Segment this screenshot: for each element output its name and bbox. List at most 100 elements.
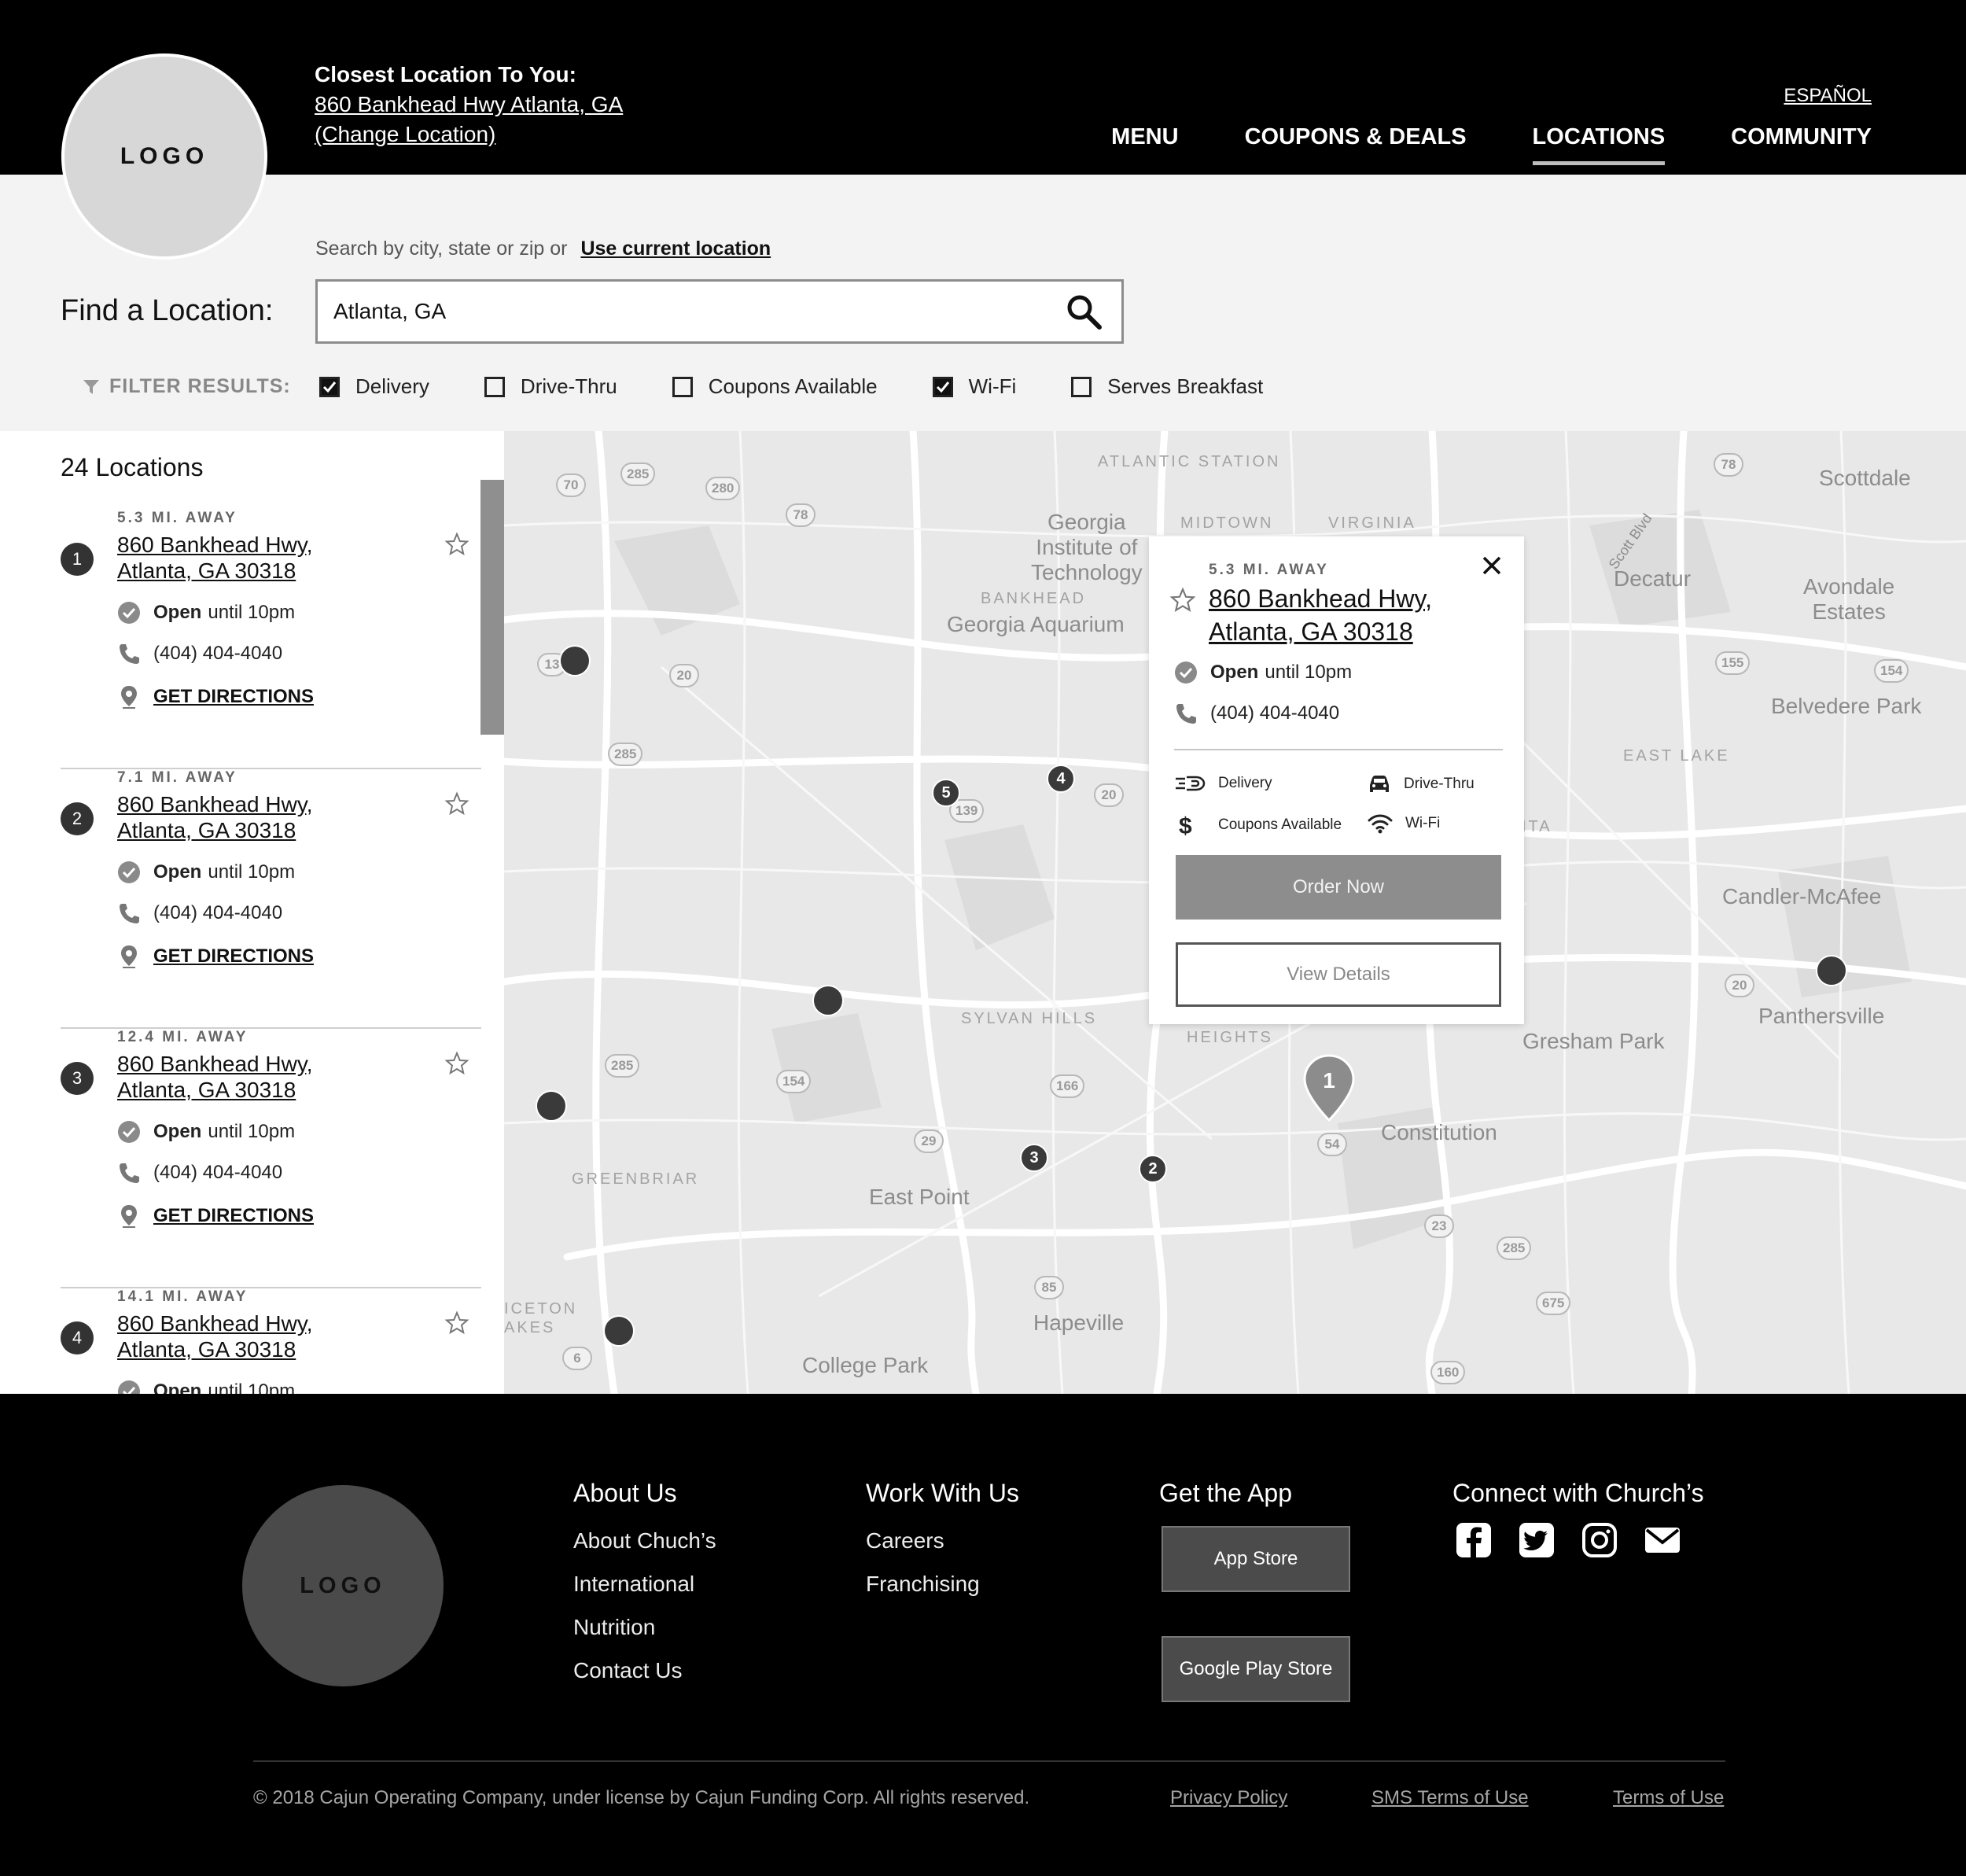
delivery-checkbox[interactable] [319, 376, 340, 397]
app-store-button[interactable]: App Store [1162, 1526, 1350, 1592]
popup-divider [1174, 749, 1503, 750]
list-scrollbar-thumb[interactable] [480, 480, 504, 735]
map-marker-4[interactable]: 4 [1047, 765, 1075, 793]
map-label-line: Estates [1812, 599, 1886, 624]
footer-link-careers[interactable]: Careers [866, 1528, 1019, 1554]
close-icon[interactable] [1480, 554, 1504, 577]
phone-number: (404) 404-4040 [153, 1162, 283, 1183]
map-location-dot[interactable] [812, 985, 844, 1016]
get-directions-text: GET DIRECTIONS [153, 686, 315, 707]
map-location-dot[interactable] [559, 645, 591, 676]
popup-address-link[interactable]: 860 Bankhead Hwy, Atlanta, GA 30318 [1209, 582, 1432, 648]
phone-row[interactable]: (404) 404-4040 [117, 1161, 282, 1185]
map-label: Hapeville [1033, 1310, 1125, 1335]
order-now-button[interactable]: Order Now [1176, 855, 1501, 920]
map-marker-3[interactable]: 3 [1020, 1144, 1048, 1172]
google-play-button[interactable]: Google Play Store [1162, 1636, 1350, 1702]
filter-drive-thru[interactable]: Drive-Thru [484, 374, 617, 399]
wifi-icon [1368, 814, 1393, 834]
selected-location-pin[interactable]: 1 [1301, 1052, 1357, 1123]
nav-item-locations[interactable]: LOCATIONS [1532, 124, 1666, 165]
favorite-star-icon[interactable] [444, 1310, 469, 1336]
sms-terms-link[interactable]: SMS Terms of Use [1371, 1787, 1529, 1809]
favorite-star-icon[interactable] [444, 532, 469, 557]
wifi-checkbox[interactable] [932, 376, 953, 397]
use-current-location-link[interactable]: Use current location [580, 238, 771, 260]
map-marker-2[interactable]: 2 [1139, 1155, 1167, 1183]
breakfast-checkbox[interactable] [1071, 376, 1092, 397]
drive-thru-checkbox[interactable] [484, 376, 505, 397]
footer-link-about[interactable]: About Chuch’s [573, 1528, 716, 1554]
highway-shield: 29 [914, 1130, 944, 1153]
location-address-link[interactable]: 860 Bankhead Hwy, Atlanta, GA 30318 [117, 532, 313, 584]
popup-distance: 5.3 MI. AWAY [1209, 562, 1329, 578]
filter-coupons[interactable]: Coupons Available [672, 374, 878, 399]
get-directions-link[interactable]: GET DIRECTIONS [117, 684, 314, 709]
address-line-2: Atlanta, GA 30318 [117, 818, 296, 842]
change-location-link[interactable]: (Change Location) [315, 120, 623, 149]
location-count: 24 Locations [61, 453, 204, 481]
site-logo[interactable]: LOGO [61, 53, 267, 260]
phone-row[interactable]: (404) 404-4040 [117, 642, 282, 665]
nav-item-coupons[interactable]: COUPONS & DEALS [1245, 124, 1467, 165]
map-view[interactable]: ATLANTIC STATION Georgia Institute of Te… [504, 431, 1966, 1394]
footer-link-nutrition[interactable]: Nutrition [573, 1615, 716, 1640]
twitter-icon[interactable] [1518, 1521, 1555, 1559]
highway-shield: 154 [1874, 659, 1909, 683]
location-card[interactable]: 3 12.4 MI. AWAY 860 Bankhead Hwy, Atlanta… [61, 1029, 481, 1288]
search-input[interactable] [333, 282, 1041, 341]
favorite-star-icon[interactable] [1169, 587, 1196, 614]
popup-phone[interactable]: (404) 404-4040 [1174, 702, 1339, 725]
location-card[interactable]: 1 5.3 MI. AWAY 860 Bankhead Hwy, Atlanta,… [61, 510, 481, 769]
privacy-policy-link[interactable]: Privacy Policy [1170, 1787, 1287, 1809]
highway-shield: 166 [1050, 1074, 1085, 1098]
svg-text:$: $ [1179, 813, 1192, 837]
nav-item-menu[interactable]: MENU [1111, 124, 1178, 165]
instagram-icon[interactable] [1581, 1521, 1618, 1559]
amenity-delivery: Delivery [1174, 774, 1272, 793]
language-toggle-link[interactable]: ESPAÑOL [1784, 85, 1872, 107]
map-marker-5[interactable]: 5 [932, 779, 960, 807]
location-distance: 14.1 MI. AWAY [117, 1288, 249, 1305]
view-details-button[interactable]: View Details [1176, 942, 1501, 1007]
filter-coupons-label: Coupons Available [708, 374, 878, 398]
footer-logo[interactable]: LOGO [242, 1485, 444, 1686]
favorite-star-icon[interactable] [444, 1051, 469, 1076]
coupons-checkbox[interactable] [672, 376, 693, 397]
closest-location-address[interactable]: 860 Bankhead Hwy Atlanta, GA [315, 90, 623, 120]
location-number-badge: 3 [61, 1062, 94, 1095]
open-hours-row: Open until 10pm [117, 1380, 295, 1394]
favorite-star-icon[interactable] [444, 791, 469, 816]
map-label-line: ICETON [504, 1300, 578, 1318]
email-icon[interactable] [1644, 1521, 1681, 1559]
terms-of-use-link[interactable]: Terms of Use [1613, 1787, 1724, 1809]
map-location-dot[interactable] [1816, 955, 1847, 986]
map-label: SYLVAN HILLS [961, 1010, 1098, 1027]
check-circle-icon [118, 861, 140, 883]
footer-link-franchising[interactable]: Franchising [866, 1572, 1019, 1597]
footer-work-title: Work With Us [866, 1479, 1019, 1507]
map-pin-icon [121, 1205, 137, 1228]
filter-delivery[interactable]: Delivery [319, 374, 429, 399]
search-box [315, 279, 1124, 344]
location-card[interactable]: 4 14.1 MI. AWAY 860 Bankhead Hwy, Atlanta… [61, 1288, 481, 1394]
location-address-link[interactable]: 860 Bankhead Hwy, Atlanta, GA 30318 [117, 1051, 313, 1103]
location-address-link[interactable]: 860 Bankhead Hwy, Atlanta, GA 30318 [117, 791, 313, 843]
check-circle-icon [118, 602, 140, 624]
filter-wifi[interactable]: Wi-Fi [932, 374, 1016, 399]
footer-link-contact[interactable]: Contact Us [573, 1658, 716, 1683]
footer-link-international[interactable]: International [573, 1572, 716, 1597]
phone-icon [1176, 704, 1196, 724]
facebook-icon[interactable] [1455, 1521, 1493, 1559]
filter-breakfast[interactable]: Serves Breakfast [1071, 374, 1263, 399]
get-directions-link[interactable]: GET DIRECTIONS [117, 944, 314, 969]
map-location-dot[interactable] [603, 1315, 635, 1347]
search-icon[interactable] [1065, 293, 1103, 330]
phone-row[interactable]: (404) 404-4040 [117, 901, 282, 925]
map-location-dot[interactable] [536, 1090, 567, 1122]
location-card[interactable]: 2 7.1 MI. AWAY 860 Bankhead Hwy, Atlanta,… [61, 769, 481, 1029]
get-directions-link[interactable]: GET DIRECTIONS [117, 1203, 314, 1229]
nav-item-community[interactable]: COMMUNITY [1731, 124, 1872, 165]
map-label: Panthersville [1758, 1004, 1885, 1028]
location-address-link[interactable]: 860 Bankhead Hwy, Atlanta, GA 30318 [117, 1310, 313, 1362]
